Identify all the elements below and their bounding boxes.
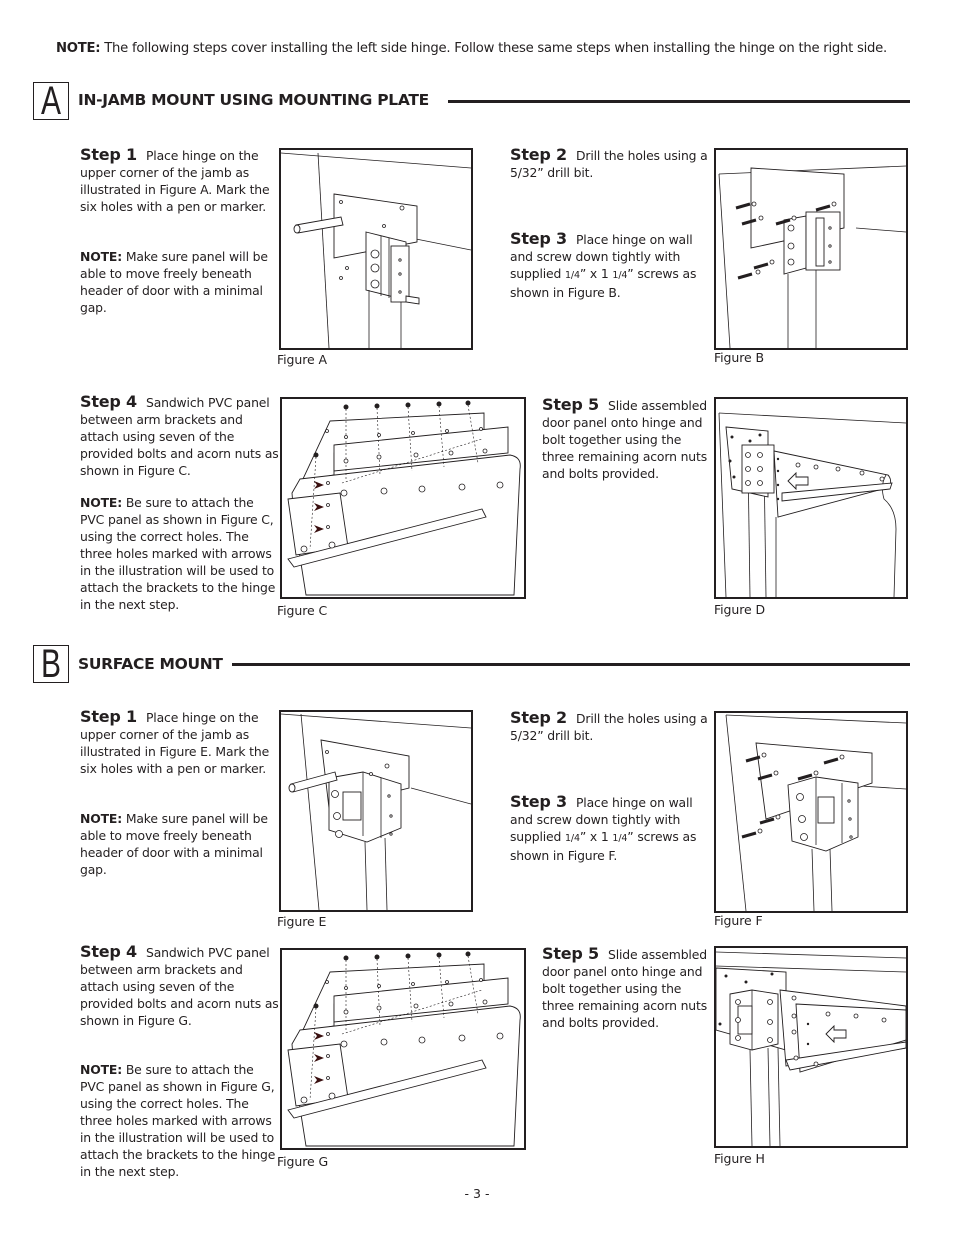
figure-a-hinge-on-jamb-with-plate	[279, 148, 473, 350]
fraction: 1/4	[612, 270, 628, 281]
section-a-step-3: Step 3 Place hinge on wall and screw down…	[510, 230, 700, 301]
step-label: Step 4	[80, 392, 137, 411]
step-label: Step 2	[510, 708, 567, 727]
section-a-rule	[448, 100, 910, 103]
note-label: NOTE:	[80, 811, 123, 826]
section-a-step-4: Step 4 Sandwich PVC panel between arm bra…	[80, 393, 280, 479]
step-label: Step 2	[510, 145, 567, 164]
figure-h-caption: Figure H	[714, 1151, 765, 1166]
section-a-letter: A	[40, 82, 62, 120]
figure-a-caption: Figure A	[277, 352, 327, 367]
top-note-label: NOTE:	[56, 41, 101, 56]
step-label: Step 1	[80, 145, 137, 164]
figure-c-drawing	[287, 400, 521, 596]
figure-g-caption: Figure G	[277, 1154, 329, 1169]
figure-c-caption: Figure C	[277, 603, 328, 618]
figure-b-caption: Figure B	[714, 350, 764, 365]
step-text: ” x 1	[579, 829, 613, 844]
figure-h-surface-door-on-hinge	[714, 946, 908, 1148]
section-b-step-1: Step 1 Place hinge on the upper corner of…	[80, 708, 276, 777]
section-b-letter-box: B	[33, 645, 69, 683]
figure-f-drawing	[725, 714, 906, 911]
section-a-step-2: Step 2 Drill the holes using a 5/32” dril…	[510, 146, 710, 181]
step-text: ” x 1	[579, 266, 613, 281]
section-a-step-1-note: NOTE: Make sure panel will be able to mo…	[80, 248, 276, 316]
section-a-step-1: Step 1 Place hinge on the upper corner of…	[80, 146, 276, 215]
figure-e-surface-hinge-on-jamb	[279, 710, 473, 912]
note-label: NOTE:	[80, 495, 123, 510]
step-label: Step 1	[80, 707, 137, 726]
step-label: Step 5	[542, 395, 599, 414]
figure-d-drawing	[718, 412, 906, 597]
section-b-step-3: Step 3 Place hinge on wall and screw down…	[510, 793, 700, 864]
figure-d-door-on-hinge	[714, 397, 908, 599]
section-a-step-5: Step 5 Slide assembled door panel onto hi…	[542, 396, 712, 482]
figure-f-caption: Figure F	[714, 913, 763, 928]
figure-f-surface-screws-into-wall	[714, 711, 908, 913]
fraction: 1/4	[565, 833, 580, 844]
figure-b-screws-into-wall	[714, 148, 908, 350]
figure-e-drawing	[281, 713, 471, 910]
fraction: 1/4	[565, 270, 580, 281]
step-label: Step 4	[80, 942, 137, 961]
section-b-step-4: Step 4 Sandwich PVC panel between arm bra…	[80, 943, 280, 1029]
note-label: NOTE:	[80, 1062, 123, 1077]
section-b-step-5: Step 5 Slide assembled door panel onto hi…	[542, 945, 712, 1031]
figure-d-caption: Figure D	[714, 602, 765, 617]
figure-a-drawing	[281, 152, 471, 348]
section-a-title: IN-JAMB MOUNT USING MOUNTING PLATE	[78, 91, 429, 109]
note-label: NOTE:	[80, 249, 123, 264]
step-label: Step 3	[510, 792, 567, 811]
top-note-text: The following steps cover installing the…	[104, 41, 887, 56]
page-number: - 3 -	[464, 1186, 490, 1201]
figure-h-drawing	[716, 951, 906, 1146]
section-b-letter: B	[40, 645, 62, 683]
figure-c-panel-bracket-assembly	[280, 397, 526, 599]
note-text: Be sure to attach the PVC panel as shown…	[80, 495, 276, 612]
section-b-step-2: Step 2 Drill the holes using a 5/32” dril…	[510, 709, 710, 744]
section-a-step-4-note: NOTE: Be sure to attach the PVC panel as…	[80, 494, 280, 613]
section-b-step-1-note: NOTE: Make sure panel will be able to mo…	[80, 810, 276, 878]
note-text: Be sure to attach the PVC panel as shown…	[80, 1062, 276, 1179]
figure-b-drawing	[718, 165, 906, 348]
section-b-title: SURFACE MOUNT	[78, 655, 223, 673]
section-b-rule	[232, 663, 910, 666]
figure-g-drawing	[287, 951, 521, 1147]
fraction: 1/4	[612, 833, 628, 844]
step-label: Step 3	[510, 229, 567, 248]
step-label: Step 5	[542, 944, 599, 963]
figure-e-caption: Figure E	[277, 914, 327, 929]
top-note: NOTE: The following steps cover installi…	[56, 41, 887, 56]
section-b-step-4-note: NOTE: Be sure to attach the PVC panel as…	[80, 1061, 280, 1180]
figure-g-panel-bracket-assembly	[280, 948, 526, 1150]
section-a-letter-box: A	[33, 82, 69, 120]
